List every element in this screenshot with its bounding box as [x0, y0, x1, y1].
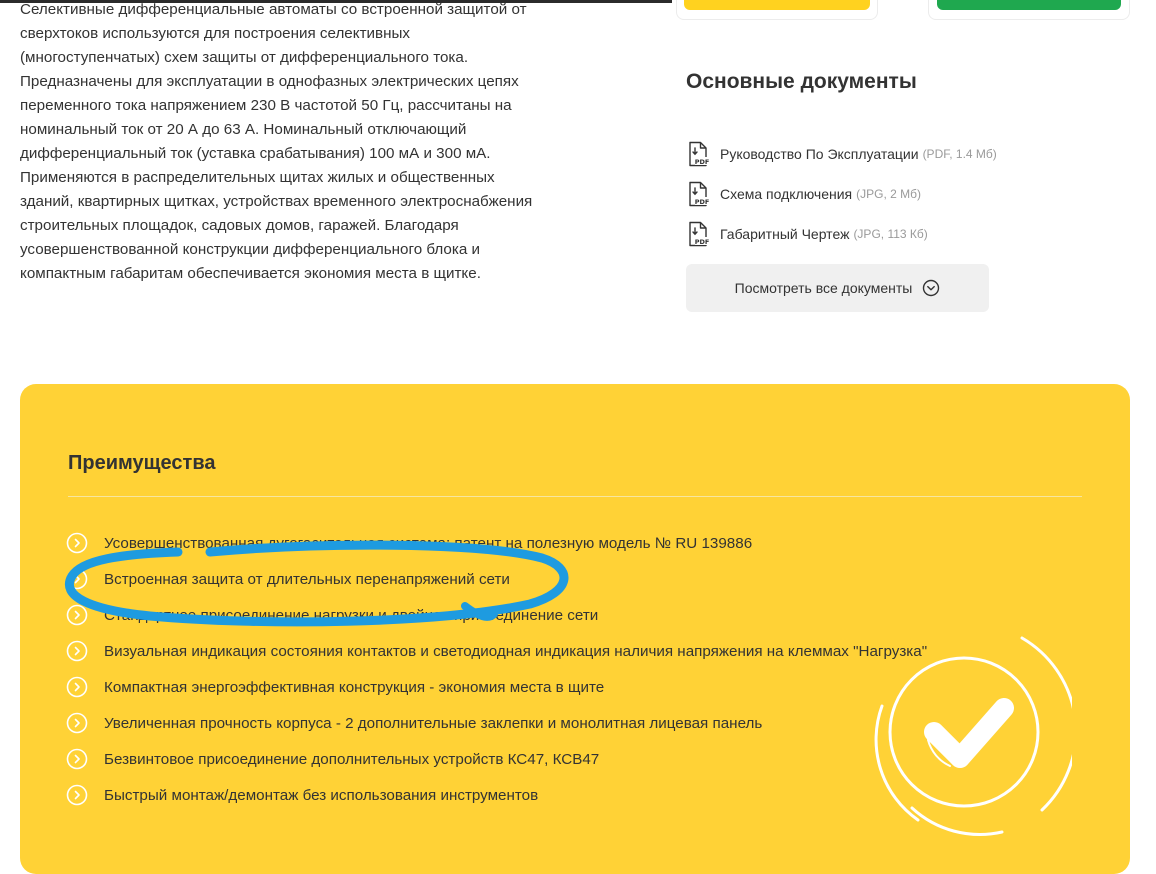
advantage-text: Стандартное присоединение нагрузки и дво… — [104, 606, 599, 624]
advantage-text: Визуальная индикация состояния контактов… — [104, 642, 928, 660]
advantage-text: Быстрый монтаж/демонтаж без использовани… — [104, 786, 539, 804]
chevron-right-circle-icon — [66, 604, 88, 626]
checkmark-illustration-icon — [874, 636, 1072, 836]
chevron-right-circle-icon — [66, 640, 88, 662]
document-name: Руководство По Эксплуатации — [720, 146, 919, 162]
description-line: (многоступенчатых) схем защиты от диффер… — [20, 49, 469, 66]
pdf-file-icon: PDF — [689, 221, 710, 247]
svg-text:PDF: PDF — [695, 158, 710, 166]
documents-list: PDF Руководство По Эксплуатации (PDF, 1.4 … — [686, 134, 997, 254]
documents-title: Основные документы — [686, 70, 917, 93]
document-name: Схема подключения — [720, 186, 853, 202]
advantages-divider — [68, 496, 1082, 497]
description-line: Селективные дифференциальные автоматы со… — [20, 1, 527, 18]
svg-text:PDF: PDF — [695, 238, 710, 246]
advantage-item: Увеличенная прочность корпуса - 2 дополн… — [66, 705, 927, 741]
advantage-item: Быстрый монтаж/демонтаж без использовани… — [66, 777, 927, 813]
advantage-item: Усовершенствованная дугогасительная сист… — [66, 525, 927, 561]
chevron-right-circle-icon — [66, 748, 88, 770]
description-line: компактным габаритам обеспечивается экон… — [20, 265, 481, 282]
description-line: усовершенствованной конструкции дифферен… — [20, 241, 480, 258]
document-meta: (PDF, 1.4 Мб) — [922, 147, 997, 161]
pdf-file-icon: PDF — [689, 181, 710, 207]
chevron-right-circle-icon — [66, 784, 88, 806]
document-meta: (JPG, 2 Мб) — [856, 187, 921, 201]
description-line: зданий, квартирных щитках, устройствах в… — [20, 193, 533, 210]
advantage-text: Встроенная защита от длительных перенапр… — [104, 570, 510, 588]
description-line: переменного тока напряжением 230 В часто… — [20, 97, 512, 114]
advantages-panel: Преимущества Усовершенствованная дугогас… — [20, 384, 1130, 874]
advantage-item: Стандартное присоединение нагрузки и дво… — [66, 597, 927, 633]
advantages-list: Усовершенствованная дугогасительная сист… — [66, 525, 927, 813]
pdf-file-icon: PDF — [689, 141, 710, 167]
description-line: номинальный ток от 20 А до 63 А. Номинал… — [20, 121, 467, 138]
description-line: Предназначены для эксплуатации в однофаз… — [20, 73, 519, 90]
svg-text:PDF: PDF — [695, 198, 710, 206]
green-action-button[interactable] — [937, 0, 1121, 10]
advantage-text: Компактная энергоэффективная конструкция… — [104, 678, 605, 696]
advantage-item: Визуальная индикация состояния контактов… — [66, 633, 927, 669]
chevron-down-circle-icon — [923, 279, 940, 297]
advantage-item: Встроенная защита от длительных перенапр… — [66, 561, 927, 597]
view-all-documents-button[interactable]: Посмотреть все документы — [686, 264, 989, 312]
chevron-right-circle-icon — [66, 712, 88, 734]
view-all-documents-label: Посмотреть все документы — [734, 280, 913, 296]
description-line: дифференциальный ток (уставка срабатыван… — [20, 145, 491, 162]
description-line: строительных площадок, садовых домов, га… — [20, 217, 459, 234]
document-name: Габаритный Чертеж — [720, 226, 850, 242]
description-line: сверхтоков используются для построения с… — [20, 25, 410, 42]
document-item[interactable]: PDF Габаритный Чертеж (JPG, 113 Кб) — [686, 214, 997, 254]
advantages-title: Преимущества — [68, 452, 216, 474]
advantage-text: Увеличенная прочность корпуса - 2 дополн… — [104, 714, 763, 732]
yellow-action-button[interactable] — [684, 0, 870, 10]
document-item[interactable]: PDF Руководство По Эксплуатации (PDF, 1.4 … — [686, 134, 997, 174]
advantage-item: Безвинтовое присоединение дополнительных… — [66, 741, 927, 777]
chevron-right-circle-icon — [66, 532, 88, 554]
product-description: Селективные дифференциальные автоматы со… — [20, 0, 580, 286]
advantage-text: Усовершенствованная дугогасительная сист… — [104, 534, 753, 552]
advantage-text: Безвинтовое присоединение дополнительных… — [104, 750, 600, 768]
chevron-right-circle-icon — [66, 676, 88, 698]
advantage-item: Компактная энергоэффективная конструкция… — [66, 669, 927, 705]
document-meta: (JPG, 113 Кб) — [853, 227, 928, 241]
document-item[interactable]: PDF Схема подключения (JPG, 2 Мб) — [686, 174, 997, 214]
description-line: Применяются в распределительных щитах жи… — [20, 169, 495, 186]
chevron-right-circle-icon — [66, 568, 88, 590]
